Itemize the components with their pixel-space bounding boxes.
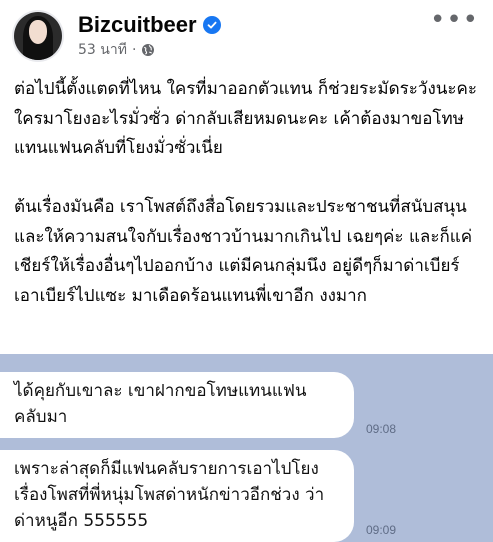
chat-message-time: 09:09	[366, 523, 397, 537]
meta-separator: ·	[131, 42, 137, 58]
chat-bubble: ได้คุยกับเขาละ เขาฝากขอโทษแทนแฟนคลับมา	[0, 372, 354, 438]
post-timestamp[interactable]: 53 นาที	[78, 41, 127, 59]
post-body: ต่อไปนี้ตั้งแตดที่ไหน ใครที่มาออกตัวแทน …	[14, 75, 484, 311]
chat-message-text: ได้คุยกับเขาละ เขาฝากขอโทษแทนแฟนคลับมา	[14, 381, 307, 427]
more-dots-icon[interactable]: •••	[430, 7, 479, 33]
verified-badge-icon	[202, 16, 221, 34]
avatar-face	[29, 20, 47, 44]
chat-bubble: เพราะล่าสุดก็มีแฟนคลับรายการเอาไปโยง เรื…	[0, 450, 354, 542]
chat-message-time: 09:08	[366, 422, 397, 436]
chat-message-text: เพราะล่าสุดก็มีแฟนคลับรายการเอาไปโยง เรื…	[14, 459, 325, 531]
author-name[interactable]: Bizcuitbeer	[78, 12, 197, 38]
chat-screenshot: ได้คุยกับเขาละ เขาฝากขอโทษแทนแฟนคลับมา 0…	[0, 354, 493, 542]
post-paragraph: ต้นเรื่องมันคือ เราโพสต์ถึงสื่อโดยรวมและ…	[14, 197, 473, 306]
globe-icon	[141, 43, 155, 57]
facebook-post: Bizcuitbeer 53 นาที · ••• ต่อไปนี้ตั้งแต…	[0, 0, 493, 354]
author-header: Bizcuitbeer	[78, 12, 221, 38]
post-paragraph: ต่อไปนี้ตั้งแตดที่ไหน ใครที่มาออกตัวแทน …	[14, 79, 478, 158]
post-meta: 53 นาที ·	[78, 41, 155, 59]
avatar[interactable]	[14, 12, 62, 60]
